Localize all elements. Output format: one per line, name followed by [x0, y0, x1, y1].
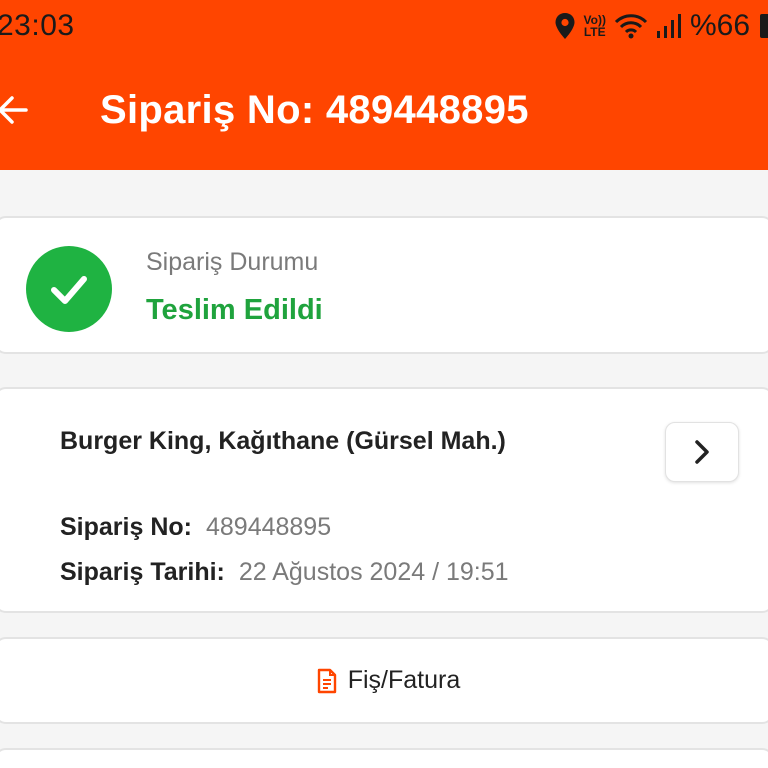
order-number-row: Sipariş No: 489448895: [60, 513, 331, 542]
back-arrow-icon[interactable]: [0, 90, 30, 130]
next-card: [0, 748, 768, 768]
order-number-label: Sipariş No:: [60, 513, 192, 541]
volte-bottom-text: LTE: [583, 25, 606, 39]
volte-icon: Vo)) LTE: [584, 14, 606, 38]
chevron-right-icon: [695, 440, 709, 464]
receipt-icon: [317, 668, 336, 693]
battery-percent: %66: [689, 9, 750, 42]
status-icons: Vo)) LTE %66: [554, 8, 768, 44]
status-time: 23:03: [0, 9, 75, 42]
restaurant-name[interactable]: Burger King, Kağıthane (Gürsel Mah.): [60, 427, 506, 456]
order-number-value: 489448895: [205, 513, 332, 541]
receipt-button[interactable]: Fiş/Fatura: [0, 637, 768, 724]
order-date-label: Sipariş Tarihi:: [60, 558, 225, 586]
status-bar: 23:03 Vo)) LTE %66: [0, 0, 768, 54]
check-circle-icon: [26, 246, 112, 332]
order-date-value: 22 Ağustos 2024 / 19:51: [238, 558, 509, 586]
receipt-label: Fiş/Fatura: [347, 666, 461, 694]
receipt-content: Fiş/Fatura: [316, 666, 461, 695]
signal-icon: [656, 14, 681, 38]
order-date-row: Sipariş Tarihi: 22 Ağustos 2024 / 19:51: [60, 558, 509, 587]
location-icon: [555, 13, 575, 39]
page-title: Sipariş No: 489448895: [100, 88, 529, 132]
order-status-value: Teslim Edildi: [146, 294, 323, 326]
app-bar: 23:03 Vo)) LTE %66 Sipariş No: 489448895: [0, 0, 768, 170]
order-info-card: Burger King, Kağıthane (Gürsel Mah.) Sip…: [0, 387, 768, 613]
order-status-label: Sipariş Durumu: [146, 248, 319, 276]
order-status-card: Sipariş Durumu Teslim Edildi: [0, 216, 768, 354]
wifi-icon: [614, 14, 648, 39]
restaurant-detail-button[interactable]: [665, 422, 739, 482]
battery-icon: [760, 14, 768, 38]
